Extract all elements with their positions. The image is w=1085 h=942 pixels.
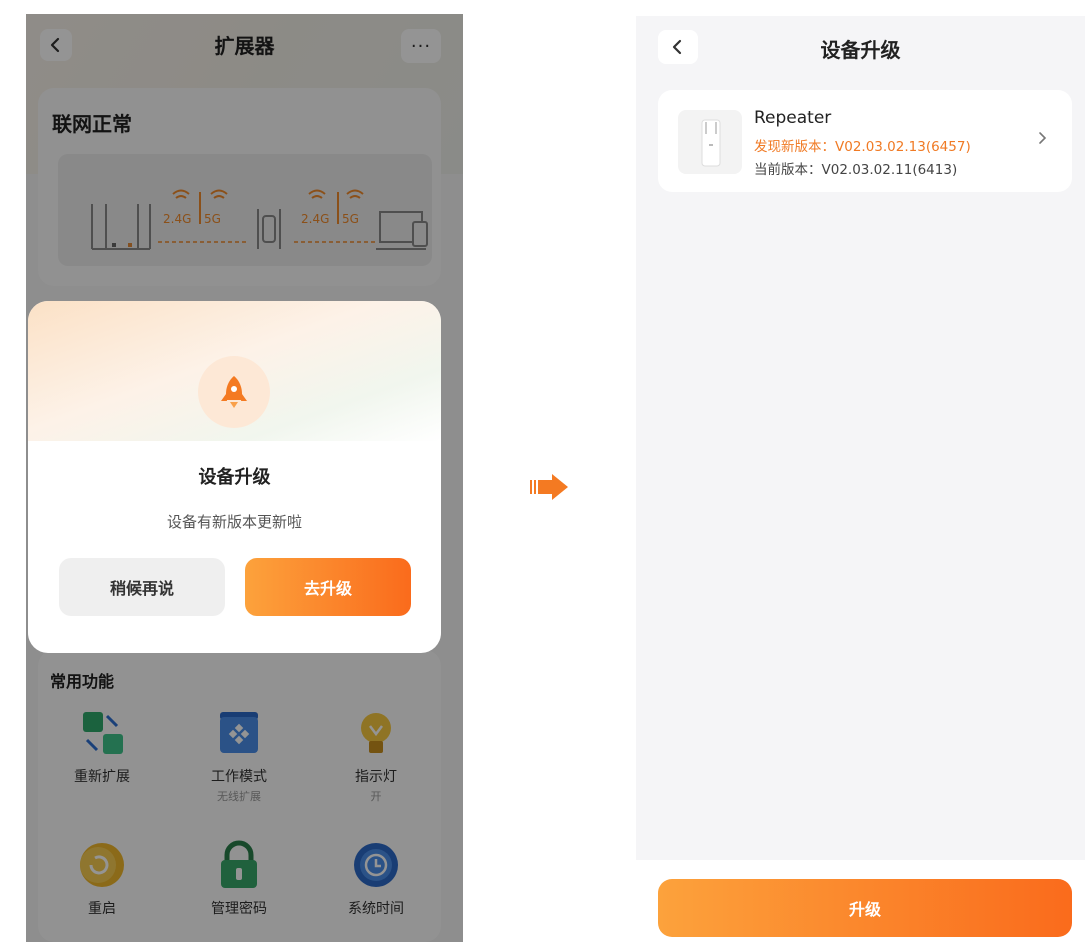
dialog-description: 设备有新版本更新啦 [166,513,302,531]
device-name: Repeater [754,108,832,128]
later-button[interactable]: 稍候再说 [59,558,225,616]
arrow-right-icon [530,474,570,504]
rocket-icon [198,356,270,428]
go-upgrade-button[interactable]: 去升级 [245,558,411,616]
current-version-text: 当前版本：V02.03.02.11(6413) [754,162,958,178]
page-title: 设备升级 [820,38,901,62]
upgrade-dialog: 设备升级 设备有新版本更新啦 稍候再说 去升级 [28,301,441,653]
dialog-title: 设备升级 [198,467,271,488]
chevron-right-icon [1038,130,1048,150]
device-item[interactable]: Repeater 发现新版本：V02.03.02.13(6457) 当前版本：V… [658,90,1072,192]
repeater-image [678,110,742,174]
device-upgrade-screen: 设备升级 Repeater 发现新版本：V02.03.02.13(6457) 当… [636,16,1085,942]
new-version-text: 发现新版本：V02.03.02.13(6457) [754,139,971,155]
upgrade-button[interactable]: 升级 [658,879,1072,937]
